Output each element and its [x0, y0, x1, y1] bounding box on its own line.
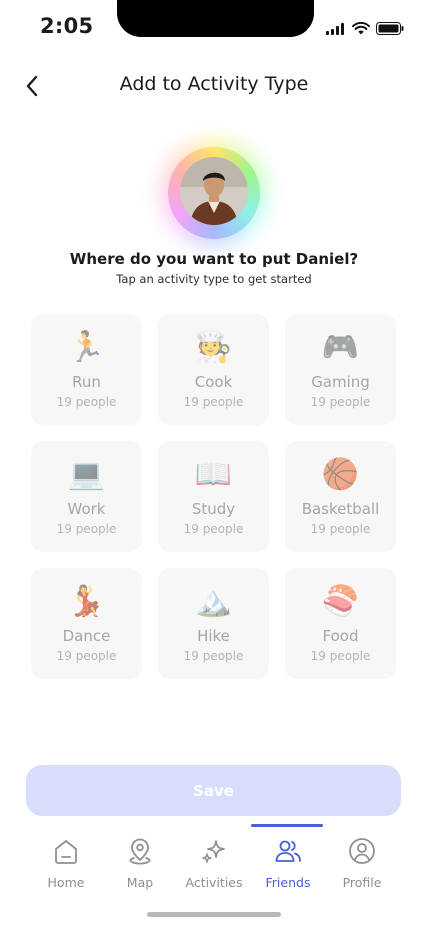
activity-count: 19 people — [56, 522, 117, 536]
prompt-question: Where do you want to put Daniel? — [69, 250, 359, 268]
tab-label: Profile — [342, 875, 382, 890]
dancer-icon: 💃 — [67, 584, 106, 619]
activity-name: Food — [322, 627, 359, 645]
activity-name: Work — [67, 500, 106, 518]
activity-count: 19 people — [183, 395, 244, 409]
activity-name: Run — [72, 373, 101, 391]
status-icons — [326, 22, 404, 35]
tab-bar: Home Map Activities Friends Profile — [30, 836, 398, 896]
avatar — [180, 157, 248, 225]
tab-activities[interactable]: Activities — [178, 836, 250, 896]
activity-grid: 🏃 Run 19 people 🧑‍🍳 Cook 19 people 🎮 Gam… — [31, 314, 397, 679]
activity-card-hike[interactable]: 🏔️ Hike 19 people — [158, 568, 269, 679]
prompt-hint: Tap an activity type to get started — [116, 272, 312, 286]
activity-count: 19 people — [56, 395, 117, 409]
tab-label: Map — [126, 875, 154, 890]
tab-friends[interactable]: Friends — [252, 836, 324, 896]
activity-count: 19 people — [310, 649, 371, 663]
tab-profile[interactable]: Profile — [326, 836, 398, 896]
tab-home[interactable]: Home — [30, 836, 102, 896]
running-icon: 🏃 — [67, 330, 106, 365]
activity-count: 19 people — [56, 649, 117, 663]
header: Add to Activity Type — [0, 64, 428, 108]
tab-map[interactable]: Map — [104, 836, 176, 896]
activity-count: 19 people — [310, 522, 371, 536]
home-indicator — [147, 912, 281, 917]
activity-card-basketball[interactable]: 🏀 Basketball 19 people — [285, 441, 396, 552]
wifi-icon — [352, 22, 370, 35]
status-bar: 2:05 — [0, 0, 428, 54]
activity-card-dance[interactable]: 💃 Dance 19 people — [31, 568, 142, 679]
home-icon — [55, 840, 77, 864]
active-tab-indicator — [251, 824, 323, 827]
device-notch — [117, 0, 314, 37]
tab-label: Friends — [265, 875, 311, 890]
friends-icon — [275, 840, 301, 862]
activity-card-cook[interactable]: 🧑‍🍳 Cook 19 people — [158, 314, 269, 425]
activity-card-food[interactable]: 🍣 Food 19 people — [285, 568, 396, 679]
activity-name: Dance — [62, 627, 111, 645]
mountain-icon: 🏔️ — [194, 584, 233, 619]
open-book-icon: 📖 — [194, 457, 233, 492]
activity-card-study[interactable]: 📖 Study 19 people — [158, 441, 269, 552]
basketball-icon: 🏀 — [321, 457, 360, 492]
activity-name: Cook — [194, 373, 233, 391]
activity-name: Gaming — [311, 373, 370, 391]
signal-icon — [326, 22, 344, 35]
status-time: 2:05 — [40, 14, 94, 38]
sushi-icon: 🍣 — [321, 584, 360, 619]
activity-card-gaming[interactable]: 🎮 Gaming 19 people — [285, 314, 396, 425]
profile-icon — [349, 838, 375, 864]
activity-name: Study — [191, 500, 236, 518]
activity-count: 19 people — [183, 649, 244, 663]
save-button[interactable]: Save — [26, 765, 401, 816]
activity-name: Hike — [197, 627, 230, 645]
activity-count: 19 people — [183, 522, 244, 536]
cook-icon: 🧑‍🍳 — [194, 330, 233, 365]
tab-label: Home — [47, 875, 85, 890]
person-photo — [180, 157, 248, 225]
activity-card-run[interactable]: 🏃 Run 19 people — [31, 314, 142, 425]
battery-icon — [376, 22, 404, 35]
sparkles-icon — [202, 840, 225, 863]
activity-card-work[interactable]: 💻 Work 19 people — [31, 441, 142, 552]
game-controller-icon: 🎮 — [321, 330, 360, 365]
laptop-icon: 💻 — [67, 457, 106, 492]
page-title: Add to Activity Type — [119, 73, 309, 95]
activity-count: 19 people — [310, 395, 371, 409]
map-pin-icon — [129, 838, 151, 865]
activity-name: Basketball — [301, 500, 380, 518]
tab-label: Activities — [185, 875, 243, 890]
